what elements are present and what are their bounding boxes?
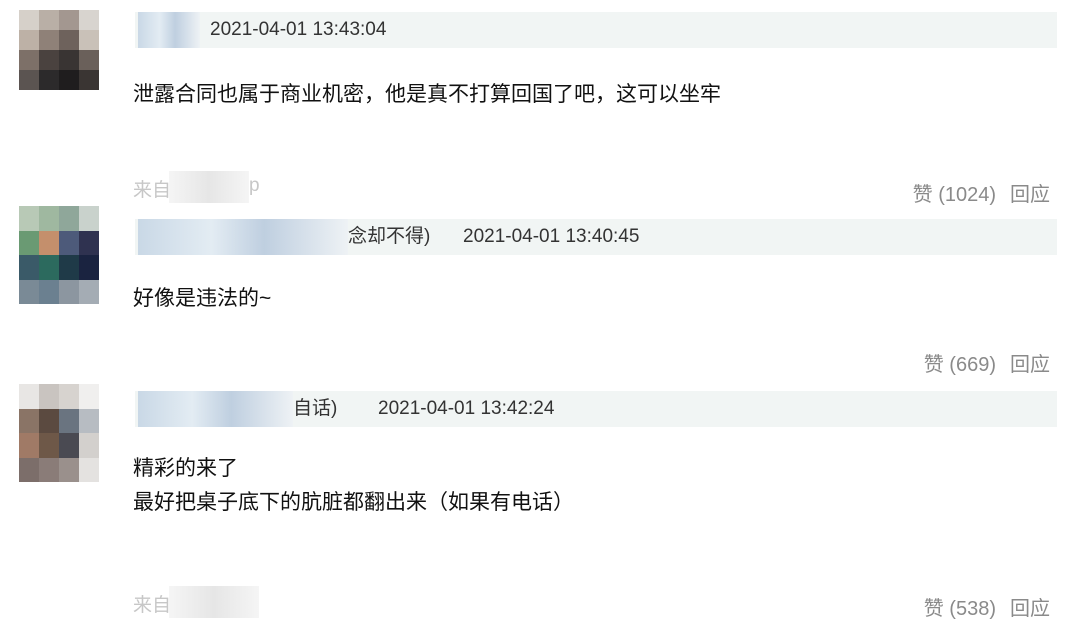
avatar-mosaic-tile <box>39 408 59 433</box>
like-button[interactable]: 赞 (1024) <box>913 184 996 206</box>
avatar[interactable] <box>19 384 99 482</box>
username-blurred[interactable] <box>138 12 200 48</box>
source-blurred <box>169 171 249 203</box>
avatar-mosaic-tile <box>79 279 99 304</box>
avatar-mosaic-tile <box>19 50 39 70</box>
like-label: 赞 <box>912 184 933 206</box>
avatar-mosaic-tile <box>79 70 99 90</box>
avatar-mosaic-tile <box>79 10 99 30</box>
comment-meta-bar: 念却不得) 2021-04-01 13:40:45 <box>135 219 1057 255</box>
avatar-mosaic-tile <box>79 30 99 50</box>
avatar-mosaic-tile <box>19 30 39 50</box>
avatar-mosaic-tile <box>19 230 39 255</box>
comment-source: 来自 p <box>133 171 260 203</box>
avatar-mosaic-tile <box>39 255 59 280</box>
avatar-mosaic-tile <box>19 70 39 90</box>
comment-timestamp: 2021-04-01 13:43:04 <box>210 19 387 40</box>
source-prefix: 来自 <box>133 595 172 616</box>
avatar-mosaic-tile <box>59 255 79 280</box>
avatar-mosaic-tile <box>79 408 99 433</box>
source-blurred <box>169 586 259 618</box>
avatar-mosaic-tile <box>39 230 59 255</box>
avatar-mosaic-tile <box>59 30 79 50</box>
avatar-mosaic-tile <box>19 255 39 280</box>
avatar-mosaic-tile <box>59 384 79 409</box>
comment-timestamp: 2021-04-01 13:40:45 <box>463 226 640 247</box>
like-label: 赞 <box>923 354 944 376</box>
comment-line: 最好把桌子底下的肮脏都翻出来（如果有电话） <box>133 491 574 514</box>
reply-button[interactable]: 回应 <box>1010 184 1050 206</box>
avatar-mosaic-tile <box>19 206 39 231</box>
reply-button[interactable]: 回应 <box>1010 354 1050 376</box>
comment-body: 好像是违法的~ <box>133 282 271 316</box>
avatar-mosaic-tile <box>59 206 79 231</box>
username-blurred[interactable] <box>138 391 293 427</box>
avatar-mosaic-tile <box>59 70 79 90</box>
avatar[interactable] <box>19 10 99 90</box>
avatar-mosaic-tile <box>39 10 59 30</box>
avatar-mosaic-tile <box>39 457 59 482</box>
avatar-mosaic-tile <box>19 279 39 304</box>
avatar-mosaic-tile <box>79 384 99 409</box>
comment-body: 泄露合同也属于商业机密，他是真不打算回国了吧，这可以坐牢 <box>133 78 721 112</box>
avatar-mosaic-tile <box>79 457 99 482</box>
comment-actions: 赞 (1024) 回应 <box>913 178 1050 207</box>
username-suffix: 念却不得) <box>348 226 431 247</box>
username-suffix: 自话) <box>293 398 338 419</box>
like-button[interactable]: 赞 (669) <box>924 354 996 376</box>
avatar-mosaic-tile <box>79 206 99 231</box>
avatar-mosaic-tile <box>79 50 99 70</box>
avatar-mosaic-tile <box>79 433 99 458</box>
like-count: (1024) <box>938 184 996 206</box>
avatar-mosaic-tile <box>59 279 79 304</box>
avatar-mosaic-tile <box>59 50 79 70</box>
comment-meta-bar: 2021-04-01 13:43:04 <box>135 12 1057 48</box>
avatar-mosaic-tile <box>19 433 39 458</box>
avatar-mosaic-tile <box>59 457 79 482</box>
avatar-mosaic-tile <box>19 408 39 433</box>
source-suffix: p <box>249 175 260 196</box>
avatar-mosaic-tile <box>19 10 39 30</box>
comment-line: 精彩的来了 <box>133 457 238 480</box>
avatar-mosaic-tile <box>19 384 39 409</box>
comment-body: 精彩的来了 最好把桌子底下的肮脏都翻出来（如果有电话） <box>133 452 574 520</box>
avatar-mosaic-tile <box>39 70 59 90</box>
avatar-mosaic-tile <box>39 279 59 304</box>
avatar-mosaic-tile <box>39 50 59 70</box>
source-prefix: 来自 <box>133 180 172 201</box>
avatar-mosaic-tile <box>79 230 99 255</box>
comment-timestamp: 2021-04-01 13:42:24 <box>378 398 555 419</box>
comment-actions: 赞 (669) 回应 <box>924 348 1050 377</box>
avatar-mosaic-tile <box>39 433 59 458</box>
avatar[interactable] <box>19 206 99 304</box>
avatar-mosaic-tile <box>59 230 79 255</box>
avatar-mosaic-tile <box>59 433 79 458</box>
comment-line: 泄露合同也属于商业机密，他是真不打算回国了吧，这可以坐牢 <box>133 83 721 106</box>
avatar-mosaic-tile <box>59 10 79 30</box>
comment-line: 好像是违法的~ <box>133 287 272 310</box>
avatar-mosaic-tile <box>39 384 59 409</box>
comment-meta-bar: 自话) 2021-04-01 13:42:24 <box>135 391 1057 427</box>
avatar-mosaic-tile <box>79 255 99 280</box>
like-count: (669) <box>949 354 996 376</box>
avatar-mosaic-tile <box>39 206 59 231</box>
avatar-mosaic-tile <box>39 30 59 50</box>
username-blurred[interactable] <box>138 219 348 255</box>
comment-source: 来自 <box>133 586 259 618</box>
avatar-mosaic-tile <box>59 408 79 433</box>
avatar-mosaic-tile <box>19 457 39 482</box>
